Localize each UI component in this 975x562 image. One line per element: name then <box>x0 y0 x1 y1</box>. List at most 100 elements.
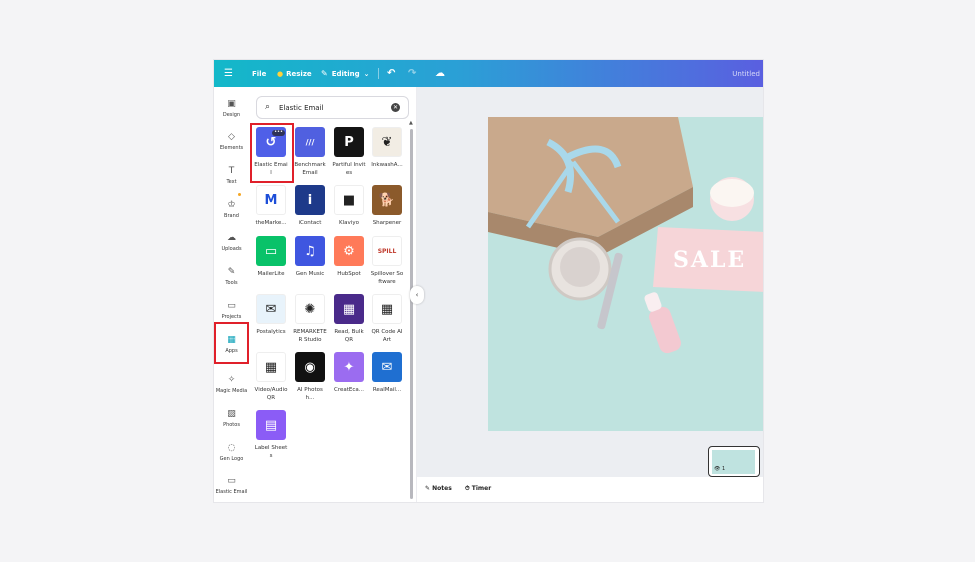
app-logo-icon: ▦ <box>334 294 364 324</box>
app-logo-icon: i <box>295 185 325 215</box>
app-tile-mailerlite[interactable]: ▭ MailerLite <box>254 236 288 278</box>
app-tile-hubspot[interactable]: ⚙ HubSpot <box>332 236 366 278</box>
collapse-panel-button[interactable]: ‹ <box>410 286 424 304</box>
app-tile-read-bulk-qr[interactable]: ▦ Read, Bulk QR <box>332 294 366 344</box>
app-tile-label: Partiful Invites <box>332 162 366 176</box>
menu-icon[interactable]: ☰ <box>224 60 233 87</box>
notes-label: Notes <box>432 485 452 492</box>
rail-item-label: Elements <box>219 145 244 151</box>
editing-mode-button[interactable]: ✎ Editing ⌄ <box>321 60 370 87</box>
chevron-down-icon: ⌄ <box>363 69 370 78</box>
app-logo-icon: SPILL <box>372 236 402 266</box>
rail-item-label: Projects <box>221 314 242 320</box>
page-thumbnail[interactable]: 👁 1 <box>708 446 760 477</box>
notes-button[interactable]: ✎ Notes <box>425 485 452 492</box>
app-tile-gen-music[interactable]: ♫ Gen Music <box>293 236 327 278</box>
app-tile-klaviyo[interactable]: ■ Klaviyo <box>332 185 366 227</box>
rail-item-photos[interactable]: ▨ Photos <box>214 408 249 428</box>
app-tile-sharpener[interactable]: 🐕 Sharpener <box>370 185 404 227</box>
elastic-email-icon: ▭ <box>227 476 236 486</box>
app-tile-inkwasha[interactable]: ❦ InkwashA... <box>370 127 404 169</box>
design-image[interactable]: SALE <box>488 117 763 431</box>
redo-icon[interactable]: ↷ <box>408 60 416 87</box>
rail-item-gen-logo[interactable]: ◌ Gen Logo <box>214 442 249 462</box>
app-logo-icon: 🐕 <box>372 185 402 215</box>
toolbar-divider <box>378 68 379 79</box>
brand-icon: ♔ <box>227 200 236 210</box>
crown-icon: ● <box>277 69 284 78</box>
cloud-save-icon[interactable]: ☁ <box>435 60 445 87</box>
app-logo-icon: ✺ <box>295 294 325 324</box>
app-tile-label: Postalytics <box>256 329 286 335</box>
app-tile-themarke[interactable]: MtheMarke... <box>254 185 288 227</box>
gen-logo-icon: ◌ <box>227 443 236 453</box>
app-tile-label: Gen Music <box>295 271 325 277</box>
rail-item-text[interactable]: T Text <box>214 165 249 185</box>
app-tile-label: QR Code AI Art <box>371 329 403 343</box>
app-tile-label: CreatEca... <box>333 387 364 393</box>
app-tile-createca[interactable]: ✦ CreatEca... <box>332 352 366 394</box>
rail-item-design[interactable]: ▣ Design <box>214 98 249 118</box>
resize-button[interactable]: ● Resize <box>277 60 312 87</box>
text-icon: T <box>228 166 235 176</box>
app-tile-ai-photosh[interactable]: ◉ AI Photosh... <box>293 352 327 402</box>
clear-search-icon[interactable]: ✕ <box>391 103 400 112</box>
rail-item-projects[interactable]: ▭ Projects <box>214 300 249 320</box>
app-logo-icon: ◉ <box>295 352 325 382</box>
rail-item-magic-media[interactable]: ✧ Magic Media <box>214 374 249 394</box>
app-tile-label: Klaviyo <box>339 220 359 226</box>
uploads-icon: ☁ <box>227 233 236 243</box>
app-tile-postalytics[interactable]: ✉ Postalytics <box>254 294 288 336</box>
app-tile-spillover-software[interactable]: SPILL Spillover Software <box>370 236 404 286</box>
bottom-bar: ✎ Notes ⏱ Timer <box>417 477 763 502</box>
app-tile-icontact[interactable]: i iContact <box>293 185 327 227</box>
rail-item-brand[interactable]: ♔ Brand <box>214 199 249 219</box>
app-tile-label: REMARKETER Studio <box>293 329 327 343</box>
app-tile-label: theMarke... <box>255 220 287 226</box>
app-logo-icon: ♫ <box>295 236 325 266</box>
apps-highlight-box <box>214 322 249 364</box>
app-logo-icon: /// <box>295 127 325 157</box>
app-tile-video-audio-qr[interactable]: ▦ Video/Audio QR <box>254 352 288 402</box>
rail-item-tools[interactable]: ✎ Tools <box>214 266 249 286</box>
editing-label: Editing <box>331 69 360 78</box>
app-tile-label: Video/Audio QR <box>254 387 288 401</box>
more-options-icon[interactable]: ••• <box>272 130 285 136</box>
app-tile-label-sheets[interactable]: ▤ Label Sheets <box>254 410 288 460</box>
app-logo-icon: ✦ <box>334 352 364 382</box>
app-tile-label: Sharpener <box>372 220 402 226</box>
app-logo-icon: ▤ <box>256 410 286 440</box>
rail-item-label: Photos <box>223 422 240 428</box>
app-tile-qr-code-ai-art[interactable]: ▦ QR Code AI Art <box>370 294 404 344</box>
timer-button[interactable]: ⏱ Timer <box>465 485 491 493</box>
undo-icon[interactable]: ↶ <box>387 60 395 87</box>
rail-item-uploads[interactable]: ☁ Uploads <box>214 232 249 252</box>
app-tile-partiful-invites[interactable]: P Partiful Invites <box>332 127 366 177</box>
pencil-icon: ✎ <box>321 69 328 78</box>
projects-icon: ▭ <box>227 301 236 311</box>
app-tile-label: AI Photosh... <box>297 387 323 401</box>
tools-icon: ✎ <box>227 267 236 277</box>
app-tile-benchmark-email[interactable]: /// Benchmark Email <box>293 127 327 177</box>
app-tile-label: Label Sheets <box>254 445 288 459</box>
timer-label: Timer <box>471 485 492 492</box>
canvas-area: SALE ✎ Notes ⏱ Timer <box>417 87 763 502</box>
app-tile-realmail[interactable]: ✉ RealMail... <box>370 352 404 394</box>
app-tile-remarketer-studio[interactable]: ✺ REMARKETER Studio <box>293 294 327 344</box>
app-logo-icon: M <box>256 185 286 215</box>
photos-icon: ▨ <box>227 409 236 419</box>
app-logo-icon: ✉ <box>372 352 402 382</box>
sale-text: SALE <box>673 247 746 273</box>
search-input[interactable]: ⌕ Elastic Email ✕ <box>256 96 409 119</box>
top-bar: ☰ File ● Resize ✎ Editing ⌄ ↶ ↷ ☁ Untitled <box>214 60 763 87</box>
resize-label: Resize <box>286 69 312 78</box>
document-title[interactable]: Untitled <box>732 60 760 87</box>
app-tile-label: HubSpot <box>337 271 361 277</box>
rail-item-elements[interactable]: ◇ Elements <box>214 131 249 151</box>
page-count: 👁 1 <box>714 466 726 472</box>
scroll-up-arrow-icon[interactable]: ▲ <box>409 120 413 126</box>
file-menu[interactable]: File <box>252 60 266 87</box>
panel-scrollbar[interactable] <box>410 129 413 499</box>
rail-item-elastic-email[interactable]: ▭ Elastic Email <box>214 475 249 495</box>
rail-item-label: Gen Logo <box>219 456 244 462</box>
